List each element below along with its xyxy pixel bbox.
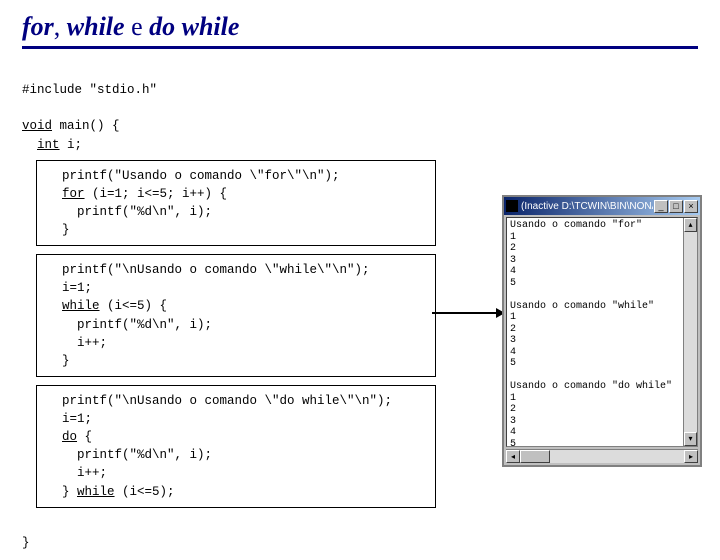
console-output: Usando o comando "for" 1 2 3 4 5 Usando …	[507, 218, 683, 446]
kw-while2: while	[77, 485, 115, 499]
minimize-button[interactable]: _	[654, 200, 668, 213]
kw-int: int	[37, 138, 60, 152]
scroll-thumb[interactable]	[520, 450, 550, 463]
scroll-down-button[interactable]: ▾	[684, 432, 697, 446]
kw-void: void	[22, 119, 52, 133]
close-button[interactable]: ×	[684, 200, 698, 213]
console-window: (Inactive D:\TCWIN\BIN\NONA... _ □ × Usa…	[502, 195, 702, 467]
close-brace: }	[22, 536, 30, 550]
kw-for: for	[62, 187, 85, 201]
scroll-track-h[interactable]	[550, 450, 684, 463]
scroll-right-button[interactable]: ▸	[684, 450, 698, 463]
scroll-track[interactable]	[684, 232, 697, 432]
app-icon	[506, 200, 518, 212]
for-box: printf("Usando o comando \"for\"\n"); fo…	[36, 160, 436, 247]
title-kw-dowhile: do while	[149, 12, 239, 41]
include-line: #include "stdio.h"	[22, 83, 157, 97]
kw-do: do	[62, 430, 77, 444]
vertical-scrollbar[interactable]: ▴ ▾	[683, 218, 697, 446]
titlebar[interactable]: (Inactive D:\TCWIN\BIN\NONA... _ □ ×	[504, 197, 700, 215]
title-kw-while: while	[67, 12, 125, 41]
arrow-icon	[432, 312, 504, 314]
title-rule	[22, 46, 698, 49]
window-title: (Inactive D:\TCWIN\BIN\NONA...	[521, 201, 653, 212]
while-box: printf("\nUsando o comando \"while\"\n")…	[36, 254, 436, 377]
scroll-up-button[interactable]: ▴	[684, 218, 697, 232]
kw-while: while	[62, 299, 100, 313]
scroll-left-button[interactable]: ◂	[506, 450, 520, 463]
title-kw-for: for	[22, 12, 54, 41]
horizontal-scrollbar[interactable]: ◂ ▸	[506, 449, 698, 463]
console-body: Usando o comando "for" 1 2 3 4 5 Usando …	[506, 217, 698, 447]
slide-title: for, while e do while	[22, 12, 698, 42]
dowhile-box: printf("\nUsando o comando \"do while\"\…	[36, 385, 436, 508]
maximize-button[interactable]: □	[669, 200, 683, 213]
